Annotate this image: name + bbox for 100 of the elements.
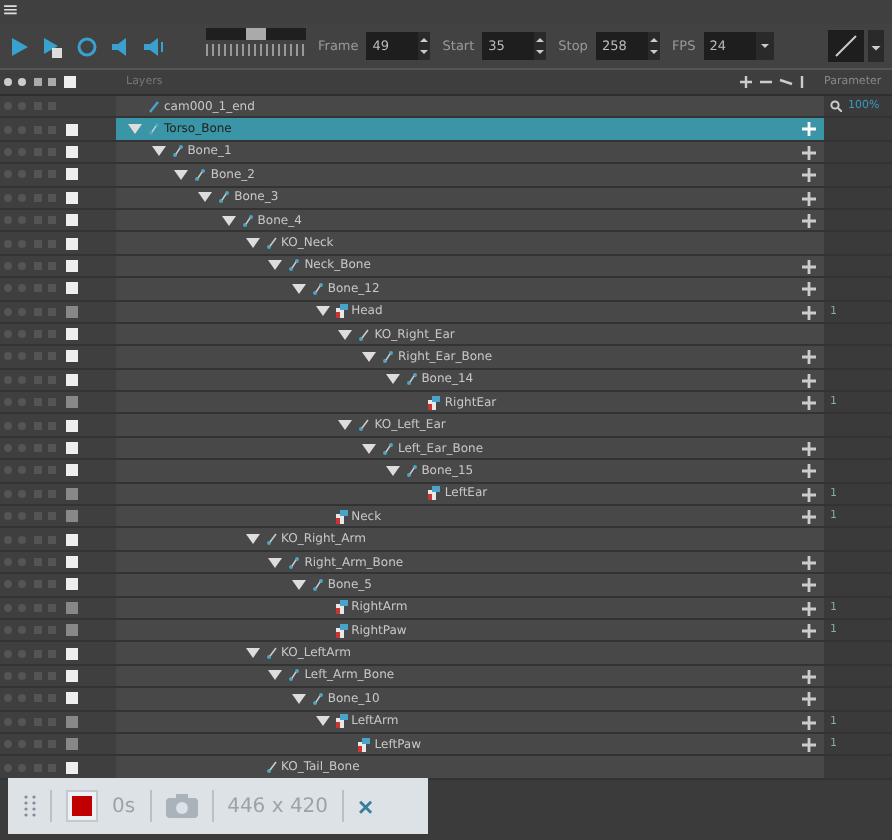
drawing-icon — [335, 714, 348, 729]
cutter-icon — [358, 327, 371, 342]
play-icon[interactable] — [8, 35, 30, 57]
bone-icon — [311, 577, 324, 592]
bone-icon — [382, 349, 394, 364]
drag-handle-icon[interactable] — [24, 794, 36, 818]
layer-toggle-icons[interactable] — [2, 396, 62, 409]
add-icon[interactable] — [802, 191, 816, 206]
sound-scrub-icon[interactable] — [144, 35, 166, 57]
play-selection-icon[interactable] — [42, 35, 64, 57]
layer-checkbox[interactable] — [66, 487, 78, 500]
add-icon[interactable] — [802, 487, 816, 502]
stop-button[interactable] — [66, 790, 98, 822]
layer-checkbox[interactable] — [66, 259, 78, 272]
spinner-icon[interactable] — [534, 32, 547, 60]
add-icon[interactable] — [802, 441, 816, 456]
layer-checkbox[interactable] — [66, 237, 78, 250]
layer-toggle-icons[interactable] — [2, 259, 62, 272]
layer-checkbox[interactable] — [66, 350, 78, 363]
add-icon[interactable] — [802, 396, 816, 411]
cutter-icon — [265, 646, 277, 661]
speaker-icon[interactable] — [110, 35, 132, 57]
drawing-icon — [335, 623, 348, 638]
layer-checkbox[interactable] — [66, 191, 78, 204]
add-icon[interactable] — [802, 578, 816, 593]
close-button[interactable]: × — [358, 791, 374, 821]
elapsed-time: 0s — [112, 795, 136, 817]
add-icon[interactable] — [802, 282, 816, 297]
layer-toggle-icons[interactable] — [2, 328, 62, 341]
layer-checkbox[interactable] — [66, 692, 78, 705]
add-icon[interactable] — [802, 669, 816, 684]
layer-toggle-icons[interactable] — [2, 624, 62, 637]
layer-checkbox[interactable] — [66, 305, 78, 318]
add-icon[interactable] — [802, 259, 816, 274]
layer-toggle-icons[interactable] — [2, 510, 62, 523]
layer-checkbox[interactable] — [66, 396, 78, 409]
layer-checkbox[interactable] — [66, 510, 78, 523]
layer-checkbox[interactable] — [66, 761, 78, 774]
add-icon[interactable] — [802, 510, 816, 525]
add-icon[interactable] — [802, 715, 816, 730]
layer-toggle-icons[interactable] — [2, 305, 62, 318]
cutter-icon — [358, 418, 371, 433]
layer-checkbox[interactable] — [66, 715, 78, 728]
drawing-icon — [335, 304, 348, 319]
layer-toggle-icons[interactable] — [2, 100, 62, 113]
add-icon[interactable] — [802, 555, 816, 570]
layer-checkbox[interactable] — [66, 738, 78, 751]
layer-checkbox[interactable] — [66, 328, 78, 341]
menu-icon[interactable]: ≡ — [2, 2, 19, 22]
add-icon[interactable] — [802, 350, 816, 365]
add-icon[interactable] — [802, 692, 816, 707]
layer-checkbox[interactable] — [66, 214, 78, 227]
add-icon[interactable] — [802, 168, 816, 183]
layer-checkbox[interactable] — [66, 624, 78, 637]
layer-checkbox[interactable] — [66, 145, 78, 158]
layer-checkbox[interactable] — [66, 533, 78, 546]
spinner-icon[interactable] — [418, 32, 431, 60]
layer-checkbox[interactable] — [66, 373, 78, 386]
layer-checkbox[interactable] — [66, 601, 78, 614]
layer-checkbox[interactable] — [66, 442, 78, 455]
layer-checkbox[interactable] — [66, 123, 78, 136]
capture-size: 446 x 420 — [227, 795, 329, 817]
layer-checkbox[interactable] — [66, 669, 78, 682]
add-icon[interactable] — [802, 601, 816, 616]
layer-toggle-icons[interactable] — [2, 214, 62, 227]
add-icon[interactable] — [802, 145, 816, 160]
layer-checkbox[interactable] — [66, 419, 78, 432]
drawing-icon — [358, 737, 371, 752]
add-icon[interactable] — [802, 737, 816, 752]
layer-checkbox[interactable] — [66, 168, 78, 181]
dropdown-icon[interactable] — [868, 30, 884, 62]
camera-icon — [148, 99, 160, 114]
layer-checkbox[interactable] — [66, 464, 78, 477]
layer-checkbox[interactable] — [66, 647, 78, 660]
bone-icon — [288, 555, 301, 569]
speed-slider-thumb[interactable] — [246, 28, 266, 40]
layer-toggle-icons[interactable] — [2, 442, 62, 455]
add-icon[interactable] — [802, 373, 816, 388]
layer-toggle-icons[interactable] — [2, 715, 62, 728]
layer-checkbox[interactable] — [66, 282, 78, 295]
cutter-icon — [265, 236, 277, 251]
layer-toggle-icons[interactable] — [2, 487, 62, 500]
layer-toggle-icons[interactable] — [2, 191, 62, 204]
layer-toggle-icons[interactable] — [2, 373, 62, 386]
add-icon[interactable] — [802, 305, 816, 320]
add-icon[interactable] — [802, 464, 816, 479]
add-icon[interactable] — [802, 623, 816, 638]
layer-toggle-icons[interactable] — [2, 738, 62, 751]
layer-toggle-icons[interactable] — [2, 145, 62, 158]
search-icon[interactable] — [830, 100, 842, 113]
cutter-icon — [265, 760, 277, 775]
layer-toggle-icons[interactable] — [2, 601, 62, 614]
bone-icon — [311, 691, 324, 706]
bone-icon — [311, 281, 324, 296]
bone-icon — [382, 441, 394, 456]
layer-checkbox[interactable] — [66, 578, 78, 591]
layer-toggle-icons[interactable] — [2, 669, 62, 682]
add-icon[interactable] — [802, 213, 816, 228]
loop-icon[interactable] — [76, 35, 98, 57]
layer-checkbox[interactable] — [66, 556, 78, 568]
